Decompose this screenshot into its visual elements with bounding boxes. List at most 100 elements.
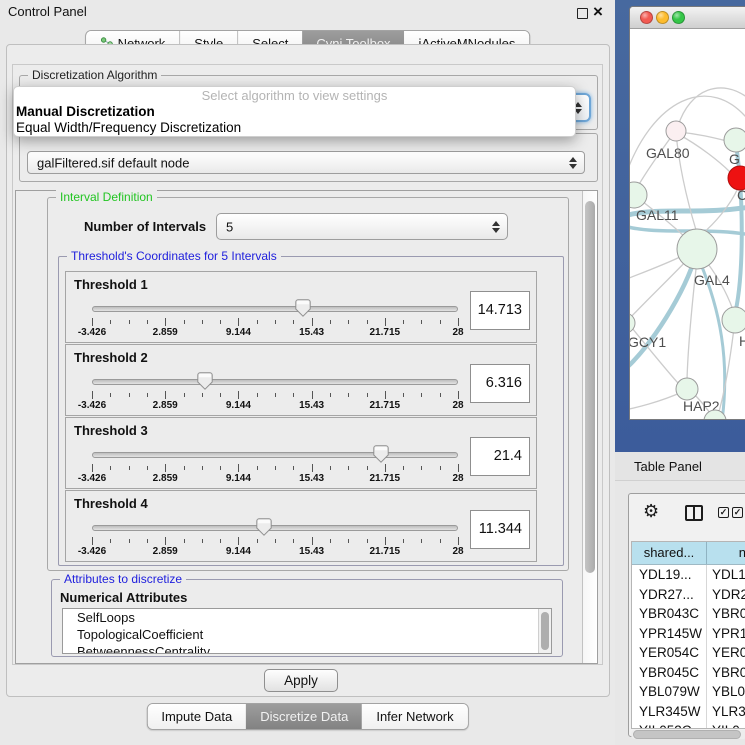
slider-thumb[interactable] [197, 372, 213, 390]
node-label: GAL80 [646, 145, 690, 161]
slider-tick-label: -3.426 [78, 473, 106, 484]
minimize-traffic-light-icon[interactable] [656, 11, 669, 24]
table-row[interactable]: YIL052CYIL0 [632, 721, 745, 729]
table-cell[interactable]: YDL1 [707, 565, 745, 585]
slider-thumb[interactable] [373, 445, 389, 463]
interval-definition-group: Interval Definition Number of Intervals … [47, 197, 569, 571]
settings-vertical-scrollbar[interactable] [582, 191, 597, 663]
slider-tick-label: 15.43 [299, 473, 324, 484]
tab-label: Impute Data [161, 709, 232, 724]
settings-scrollpane: Interval Definition Number of Intervals … [15, 190, 598, 664]
split-columns-icon[interactable] [685, 505, 703, 521]
close-icon[interactable]: × [593, 2, 603, 22]
network-canvas[interactable]: GAL80GCGAL11GAL4GCY1HHAP2 [630, 30, 745, 420]
network-node-g[interactable] [724, 128, 745, 152]
table-row[interactable]: YPR145WYPR1 [632, 624, 745, 644]
slider-tick-label: 9.144 [226, 327, 251, 338]
popup-option-equal-width-frequency[interactable]: Equal Width/Frequency Discretization [14, 120, 575, 136]
attribute-list-item[interactable]: TopologicalCoefficient [63, 626, 551, 643]
node-table-panel: ⚙ ✓ ✓ shared... n YDL19...YDL1YDR27...YD… [628, 493, 745, 737]
slider-tick-label: 2.859 [153, 473, 178, 484]
table-row[interactable]: YDR27...YDR2 [632, 585, 745, 605]
threshold-value-field[interactable]: 6.316 [470, 364, 530, 403]
attributes-scrollbar-thumb[interactable] [541, 612, 549, 650]
popup-placeholder-item[interactable]: Select algorithm to view settings [14, 87, 575, 104]
table-row[interactable]: YBR043CYBR0 [632, 604, 745, 624]
table-row[interactable]: YDL19...YDL1 [632, 565, 745, 585]
slider-track[interactable] [92, 452, 458, 458]
table-row[interactable]: YER054CYER0 [632, 643, 745, 663]
table-data-combobox[interactable]: galFiltered.sif default node [27, 151, 585, 174]
screen: Control Panel × NetworkStyleSelectCyni T… [0, 0, 745, 745]
slider-track[interactable] [92, 379, 458, 385]
table-cell[interactable]: YBR043C [632, 604, 707, 624]
slider-tick-label: 21.715 [370, 327, 401, 338]
table-row[interactable]: YBL079WYBL0 [632, 682, 745, 702]
slider-thumb[interactable] [256, 518, 272, 536]
tab-impute-data[interactable]: Impute Data [147, 704, 246, 729]
network-node-gal4[interactable] [677, 229, 717, 269]
slider-tick-label: 28 [452, 473, 463, 484]
table-cell[interactable]: YLR345W [632, 702, 707, 722]
attributes-scrollbar[interactable] [538, 609, 551, 653]
table-cell[interactable]: YBR045C [632, 663, 707, 683]
table-cell[interactable]: YBR0 [707, 663, 745, 683]
numerical-attributes-label: Numerical Attributes [60, 590, 187, 605]
table-horizontal-scrollbar[interactable] [631, 730, 745, 739]
table-cell[interactable]: YER054C [632, 643, 707, 663]
table-scrollbar-thumb[interactable] [633, 730, 741, 739]
table-cell[interactable]: YER0 [707, 643, 745, 663]
table-cell[interactable]: YBR0 [707, 604, 745, 624]
table-cell[interactable]: YBL0 [707, 682, 745, 702]
popup-option-manual-discretization[interactable]: Manual Discretization [14, 104, 575, 120]
gear-icon[interactable]: ⚙ [643, 501, 659, 522]
table-row[interactable]: YBR045CYBR0 [632, 663, 745, 683]
table-cell[interactable]: YDR2 [707, 585, 745, 605]
network-node-gal11[interactable] [630, 182, 647, 208]
table-panel-title: Table Panel [634, 459, 702, 474]
number-of-intervals-combobox[interactable]: 5 [216, 213, 508, 240]
select-columns-checkbox-icon[interactable]: ✓ [718, 507, 729, 518]
table-toolbar: ⚙ ✓ ✓ [629, 500, 745, 528]
slider-tick-label: -3.426 [78, 546, 106, 557]
settings-scrollbar-thumb[interactable] [585, 201, 595, 573]
table-cell[interactable]: YDL19... [632, 565, 707, 585]
table-cell[interactable]: YBL079W [632, 682, 707, 702]
table-cell[interactable]: YPR1 [707, 624, 745, 644]
attribute-list-item[interactable]: SelfLoops [63, 609, 551, 626]
apply-button[interactable]: Apply [264, 669, 338, 692]
close-traffic-light-icon[interactable] [640, 11, 653, 24]
table-cell[interactable]: YPR145W [632, 624, 707, 644]
column-header-name[interactable]: n [707, 542, 745, 564]
node-label: G [729, 151, 740, 167]
attribute-items: SelfLoopsTopologicalCoefficientBetweenne… [63, 609, 551, 654]
threshold-value-field[interactable]: 14.713 [470, 291, 530, 330]
network-edge [630, 256, 682, 280]
attributes-to-discretize-group: Attributes to discretize Numerical Attri… [51, 579, 563, 657]
tab-infer-network[interactable]: Infer Network [362, 704, 467, 729]
table-cell[interactable]: YLR3 [707, 702, 745, 722]
group-title-interval-definition: Interval Definition [56, 190, 157, 204]
attribute-list-item[interactable]: BetweennessCentrality [63, 643, 551, 654]
float-window-icon[interactable] [577, 8, 588, 19]
network-node-gal80[interactable] [666, 121, 686, 141]
slider-tick-label: 9.144 [226, 546, 251, 557]
table-cell[interactable]: YDR27... [632, 585, 707, 605]
network-node-h[interactable] [722, 307, 745, 333]
column-header-shared-name[interactable]: shared... [632, 542, 707, 564]
slider-track[interactable] [92, 525, 458, 531]
table-cell[interactable]: YIL0 [707, 721, 745, 729]
table-row[interactable]: YLR345WYLR3 [632, 702, 745, 722]
threshold-value-field[interactable]: 21.4 [470, 437, 530, 476]
zoom-traffic-light-icon[interactable] [672, 11, 685, 24]
network-edge [630, 251, 697, 370]
table-cell[interactable]: YIL052C [632, 721, 707, 729]
slider-tick-label: 28 [452, 327, 463, 338]
slider-track[interactable] [92, 306, 458, 312]
slider-thumb[interactable] [295, 299, 311, 317]
threshold-value-field[interactable]: 11.344 [470, 510, 530, 549]
tab-discretize-data[interactable]: Discretize Data [246, 704, 362, 729]
network-node-hap2[interactable] [676, 378, 698, 400]
select-columns-checkbox-icon[interactable]: ✓ [732, 507, 743, 518]
table-panel-body: ⚙ ✓ ✓ shared... n YDL19...YDL1YDR27...YD… [615, 481, 745, 745]
